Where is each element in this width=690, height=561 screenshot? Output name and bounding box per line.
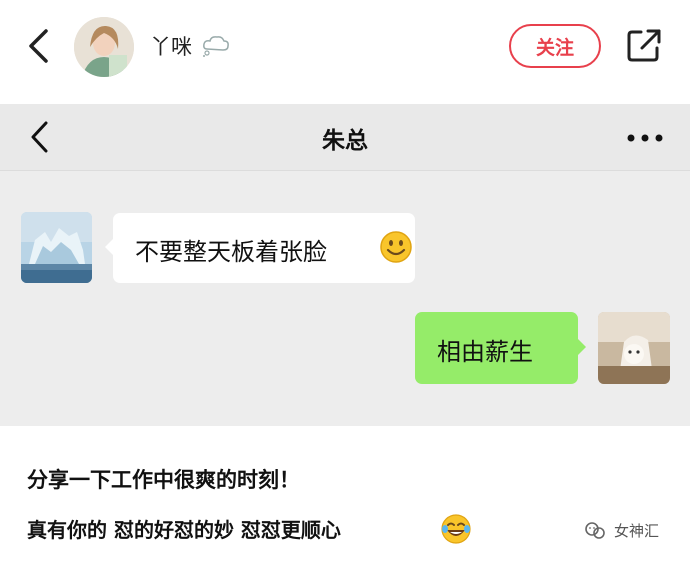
received-message: 不要整天板着张脸 xyxy=(105,213,415,283)
back-icon[interactable] xyxy=(26,28,52,64)
watermark-text: 女神汇 xyxy=(614,522,660,540)
laugh-emoji-icon xyxy=(441,514,471,544)
share-icon[interactable] xyxy=(626,28,662,64)
sent-message: 相由薪生 xyxy=(415,312,586,384)
post-header: 丫咪 关注 xyxy=(0,0,690,96)
author-name[interactable]: 丫咪 xyxy=(150,31,192,61)
more-icon xyxy=(627,134,663,142)
watermark: 女神汇 xyxy=(584,520,659,541)
chat-title: 朱总 xyxy=(322,128,368,154)
chat-header: 朱总 xyxy=(0,104,690,171)
message-text: 不要整天板着张脸 xyxy=(135,238,327,266)
author-avatar[interactable] xyxy=(74,17,134,77)
message-text: 相由薪生 xyxy=(437,338,533,366)
chat-screenshot: 朱总 不要整天板着张脸 相由薪生 xyxy=(0,104,690,426)
my-avatar xyxy=(598,312,670,384)
thought-bubble-icon xyxy=(203,36,229,57)
smile-emoji-icon xyxy=(380,231,412,263)
follow-button[interactable]: 关注 xyxy=(509,24,601,68)
contact-avatar xyxy=(21,212,92,283)
post-title: 分享一下工作中很爽的时刻！ xyxy=(27,468,300,492)
post-body: 真有你的 怼的好怼的妙 怼怼更顺心 xyxy=(27,518,341,542)
watermark-logo-icon xyxy=(585,521,605,539)
